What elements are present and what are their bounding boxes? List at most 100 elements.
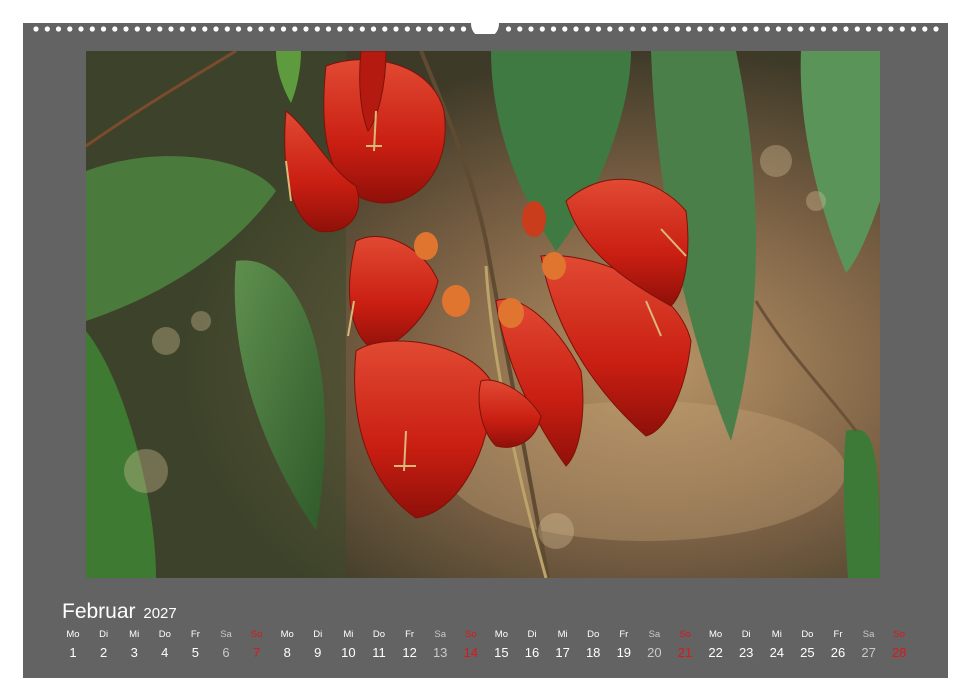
weekday-label: Sa xyxy=(220,629,232,640)
binding-hole xyxy=(247,26,253,32)
weekday-label: Sa xyxy=(648,629,661,640)
day-number: 6 xyxy=(222,645,230,660)
binding-hole xyxy=(562,26,568,32)
binding-hole xyxy=(78,26,84,32)
day-number: 1 xyxy=(69,645,77,660)
binding-hole xyxy=(629,26,635,32)
binding-hole xyxy=(618,26,624,32)
month-heading: Februar 2027 xyxy=(62,600,177,626)
binding-hole xyxy=(235,26,242,32)
hanger-notch xyxy=(471,10,499,34)
year: 2027 xyxy=(143,605,177,622)
binding-hole xyxy=(303,26,309,32)
weekday-label: Do xyxy=(372,629,386,640)
binding-hole xyxy=(843,26,849,32)
day-cell: Mo 15 xyxy=(486,628,516,663)
binding-hole xyxy=(314,26,320,32)
day-number: 17 xyxy=(555,645,570,660)
weekday-label: Mo xyxy=(708,629,723,640)
weekday-label: Fr xyxy=(190,629,200,640)
weekday-label: Di xyxy=(313,629,323,640)
weekday-label: Fr xyxy=(619,629,629,640)
day-number: 14 xyxy=(463,645,479,660)
binding-hole xyxy=(449,26,455,32)
day-number: 8 xyxy=(283,645,291,660)
weekday-label: So xyxy=(679,629,691,640)
binding-hole xyxy=(573,26,579,32)
binding-hole xyxy=(595,26,602,32)
binding-hole xyxy=(280,26,287,32)
weekday-label: Di xyxy=(741,629,751,640)
weekday-label: Mo xyxy=(66,629,80,640)
day-number: 11 xyxy=(372,645,386,660)
binding-hole xyxy=(123,26,129,32)
binding-hole xyxy=(337,26,343,32)
binding-hole xyxy=(460,26,467,32)
binding-hole xyxy=(517,26,523,32)
binding-hole xyxy=(719,26,725,32)
binding-hole xyxy=(33,26,39,32)
day-number: 2 xyxy=(99,645,108,660)
weekday-label: Mi xyxy=(129,629,140,640)
day-cell: Fr 12 xyxy=(395,628,425,663)
binding-hole xyxy=(877,26,883,32)
day-number: 15 xyxy=(494,645,509,660)
day-cell: Do 18 xyxy=(578,628,608,663)
day-number: 20 xyxy=(647,645,662,660)
binding-hole xyxy=(370,26,377,32)
binding-hole xyxy=(224,26,230,32)
weekday-label: Fr xyxy=(405,629,415,640)
day-number: 12 xyxy=(402,645,417,660)
binding-hole xyxy=(820,26,827,32)
binding-hole xyxy=(640,26,647,32)
binding-hole xyxy=(348,26,354,32)
binding-hole xyxy=(730,26,737,32)
day-cell: Di 2 xyxy=(89,628,119,663)
day-cell: Do 25 xyxy=(792,628,822,663)
day-cell: Mo 8 xyxy=(272,628,302,663)
day-number: 22 xyxy=(708,645,723,660)
day-number: 4 xyxy=(161,645,169,660)
binding-hole xyxy=(134,26,140,32)
binding-hole xyxy=(607,26,613,32)
day-number: 26 xyxy=(830,645,846,660)
binding-hole xyxy=(67,26,73,32)
day-cell: Mi 24 xyxy=(762,628,792,663)
binding-hole xyxy=(899,26,905,32)
day-cell: Fr 5 xyxy=(180,628,210,663)
day-cell: Fr 19 xyxy=(609,628,639,663)
binding-hole xyxy=(258,26,264,32)
day-cell: So 14 xyxy=(456,628,486,663)
binding-hole xyxy=(663,26,669,32)
binding-hole xyxy=(674,26,680,32)
binding-hole xyxy=(742,26,748,32)
day-cell: Mi 3 xyxy=(119,628,149,663)
day-number: 23 xyxy=(738,645,754,660)
binding-hole xyxy=(438,26,444,32)
binding-hole xyxy=(685,26,692,32)
binding-hole xyxy=(55,26,62,32)
weekday-label: Do xyxy=(587,629,600,640)
weekday-label: Mi xyxy=(771,629,782,640)
day-number: 5 xyxy=(191,645,199,660)
flower-photo xyxy=(86,51,880,578)
binding-hole xyxy=(393,26,399,32)
binding-hole xyxy=(292,26,298,32)
binding-hole xyxy=(584,26,590,32)
day-cell: So 28 xyxy=(884,628,914,663)
day-strip: Mo 1 Di 2 Mi 3 Do 4 Fr 5 Sa 6 So 7 Mo 8 Di 9 Mi 10 Do 11 Fr 12 S… xyxy=(0,628,971,668)
weekday-label: Mo xyxy=(280,629,294,640)
binding-hole xyxy=(798,26,804,32)
binding-hole xyxy=(44,26,50,32)
binding-hole xyxy=(190,26,197,32)
binding-hole xyxy=(854,26,860,32)
binding-hole xyxy=(157,26,163,32)
weekday-label: Mi xyxy=(343,629,354,640)
day-number: 21 xyxy=(677,645,693,660)
binding-hole xyxy=(809,26,815,32)
binding-hole xyxy=(910,26,917,32)
binding-hole xyxy=(382,26,388,32)
day-number: 7 xyxy=(252,645,261,660)
month-name: Februar xyxy=(62,600,136,623)
binding-hole xyxy=(89,26,95,32)
